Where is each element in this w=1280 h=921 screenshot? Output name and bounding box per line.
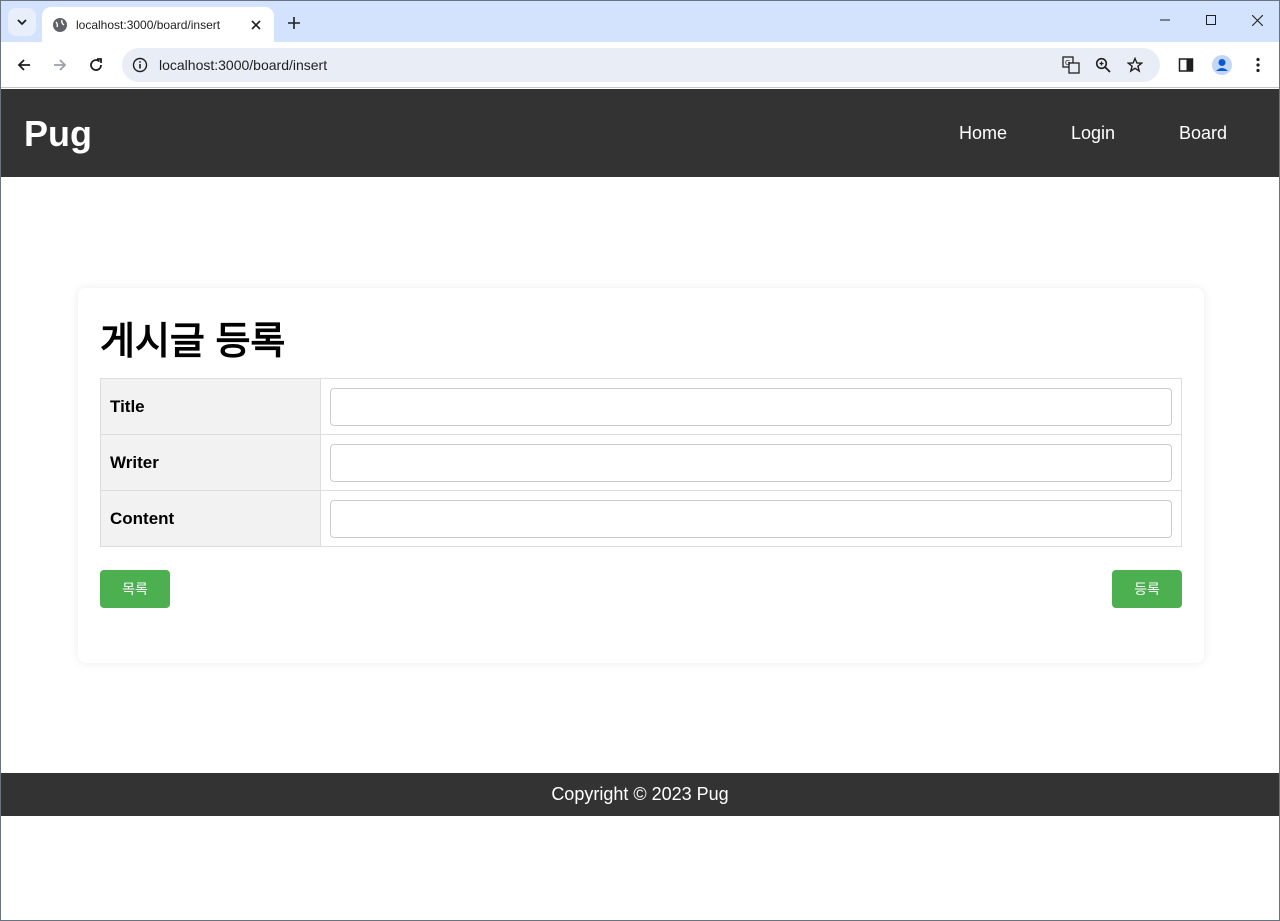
site-info-icon[interactable] (130, 55, 150, 75)
content-label: Content (100, 490, 321, 547)
site-header: Pug Home Login Board (1, 89, 1279, 177)
title-input[interactable] (330, 387, 1172, 426)
writer-label: Writer (100, 434, 321, 491)
more-vert-icon (1256, 57, 1260, 73)
content-input[interactable] (330, 499, 1172, 538)
maximize-button[interactable] (1188, 1, 1234, 39)
copyright-text: Copyright © 2023 Pug (551, 784, 729, 804)
writer-input[interactable] (330, 443, 1172, 482)
zoom-icon[interactable] (1091, 53, 1115, 77)
close-window-button[interactable] (1234, 1, 1279, 39)
side-panel-icon (1178, 58, 1194, 72)
table-row: Content (100, 490, 1182, 547)
title-cell (320, 378, 1182, 435)
forward-button[interactable] (45, 50, 75, 80)
minimize-button[interactable] (1142, 1, 1188, 39)
nav-home-link[interactable]: Home (959, 123, 1007, 144)
side-panel-button[interactable] (1171, 50, 1201, 80)
new-tab-button[interactable] (280, 9, 308, 37)
browser-window: localhost:3000/board/insert localhost:30… (0, 0, 1280, 921)
page-title: 게시글 등록 (100, 321, 286, 363)
svg-text:G: G (1065, 59, 1070, 67)
reload-button[interactable] (81, 50, 111, 80)
writer-cell (320, 434, 1182, 491)
tab-search-button[interactable] (8, 8, 36, 36)
chevron-down-icon (17, 19, 27, 26)
url-text[interactable]: localhost:3000/board/insert (159, 57, 327, 73)
nav-board-link[interactable]: Board (1179, 123, 1227, 144)
avatar-icon (1212, 55, 1232, 75)
arrow-left-icon (17, 59, 30, 71)
table-row: Title (100, 378, 1182, 435)
board-form-table: Title Writer Content (100, 378, 1182, 547)
plus-icon (288, 17, 300, 29)
list-button[interactable]: 목록 (100, 570, 170, 608)
tab-title: localhost:3000/board/insert (76, 17, 221, 32)
title-label: Title (100, 378, 321, 435)
globe-icon (52, 17, 68, 33)
minimize-icon (1160, 19, 1170, 21)
browser-toolbar: localhost:3000/board/insert G (1, 42, 1279, 88)
profile-button[interactable] (1207, 50, 1237, 80)
arrow-right-icon (54, 59, 67, 71)
active-tab[interactable]: localhost:3000/board/insert (42, 7, 274, 42)
back-button[interactable] (9, 50, 39, 80)
content-cell (320, 490, 1182, 547)
bookmark-star-icon[interactable] (1123, 53, 1147, 77)
close-tab-icon[interactable] (248, 17, 264, 33)
reload-icon (90, 58, 102, 71)
translate-icon[interactable]: G (1059, 53, 1083, 77)
site-footer: Copyright © 2023 Pug (1, 773, 1279, 816)
board-insert-card: 게시글 등록 Title Writer Content 목록 등록 (78, 288, 1204, 663)
close-icon (1251, 14, 1263, 26)
menu-button[interactable] (1243, 50, 1273, 80)
site-logo[interactable]: Pug (24, 113, 92, 155)
nav-login-link[interactable]: Login (1071, 123, 1115, 144)
tab-strip: localhost:3000/board/insert (1, 1, 1279, 42)
table-row: Writer (100, 434, 1182, 491)
submit-button[interactable]: 등록 (1112, 570, 1182, 608)
address-bar[interactable]: localhost:3000/board/insert G (122, 48, 1160, 82)
maximize-icon (1206, 15, 1216, 25)
